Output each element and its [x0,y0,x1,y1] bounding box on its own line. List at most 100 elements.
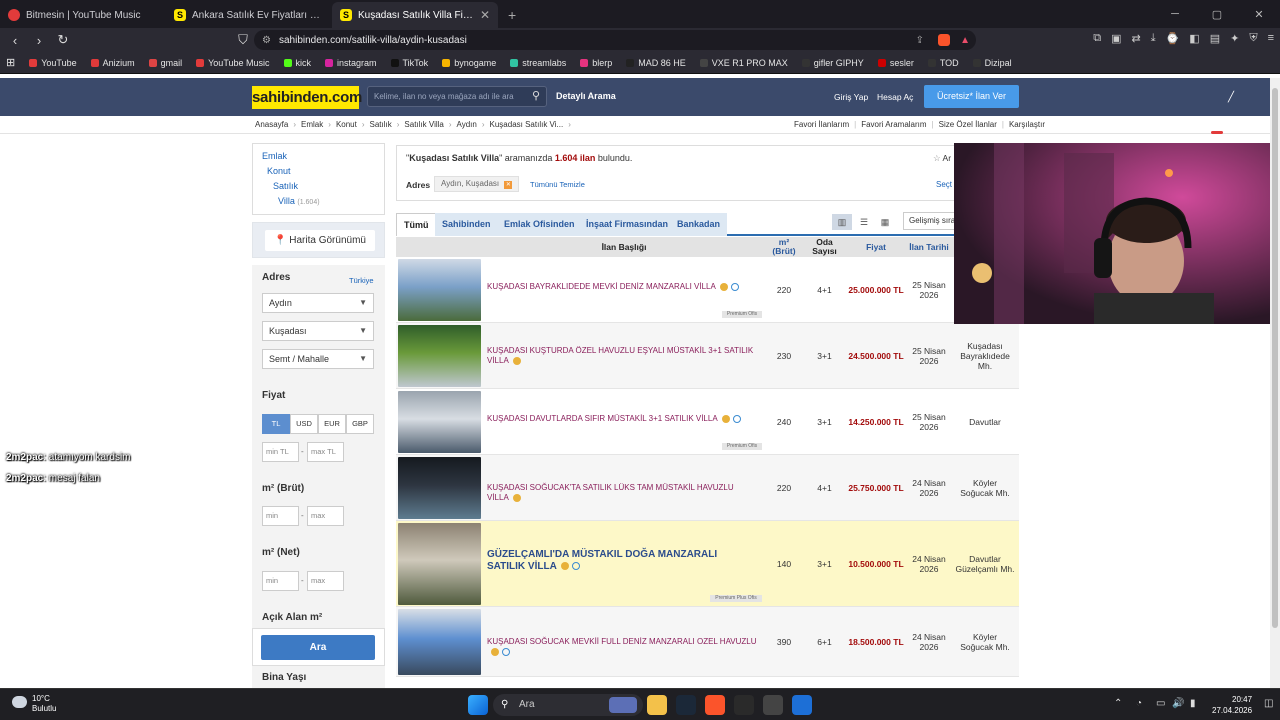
wallet-icon[interactable]: ▤ [1210,32,1220,45]
table-view-icon[interactable]: ▥ [832,214,852,230]
currency-usd[interactable]: USD [290,414,318,434]
site-logo[interactable]: sahibinden.com [252,86,362,109]
bookmark-page-icon[interactable]: ⛉ [232,29,254,51]
maximize-icon[interactable]: ▢ [1196,0,1238,28]
bookmark-item[interactable]: sesler [877,58,914,68]
brave-shield-icon[interactable] [938,34,950,46]
breadcrumb-item[interactable]: Konut [336,120,357,129]
volume-icon[interactable]: 🔊 [1172,698,1184,709]
user-link[interactable]: Favori İlanlarım [794,120,849,129]
header-m2[interactable]: m² (Brüt) [765,237,803,257]
bookmark-item[interactable]: gmail [148,58,182,68]
user-link[interactable]: Size Özel İlanlar [939,120,997,129]
extensions-icon[interactable]: ⧉ [1093,32,1101,45]
listing-title[interactable]: GÜZELÇAMLI'DA MÜSTAKIL DOĞA MANZARALI SA… [487,549,757,573]
currency-tl[interactable]: TL [262,414,290,434]
cat-konut[interactable]: Konut [267,166,291,176]
taskbar-search[interactable]: ⚲ Ara [493,694,643,716]
listing-thumbnail[interactable] [398,391,481,453]
listing-title[interactable]: KUŞADASI SOĞUCAK'TA SATILIK LÜKS TAM MÜS… [487,483,757,503]
bookmark-item[interactable]: TikTok [390,58,428,68]
post-ad-button[interactable]: Ücretsiz* İlan Ver [924,85,1019,108]
scrollbar-thumb[interactable] [1272,88,1278,628]
breadcrumb-item[interactable]: Satılık Villa [404,120,443,129]
remove-chip-icon[interactable]: ✕ [504,181,513,189]
minimize-icon[interactable]: ─ [1154,0,1196,28]
network-icon[interactable]: ▭ [1156,698,1165,709]
bookmark-item[interactable]: VXE R1 PRO MAX [699,58,788,68]
download-icon[interactable]: ⤓ [1151,32,1156,45]
tray-chevron-icon[interactable]: ⌃ [1114,698,1122,709]
tab-owner[interactable]: Sahibinden [435,213,498,236]
search-icon[interactable]: ⚲ [532,87,540,106]
breadcrumb-item[interactable]: Emlak [301,120,323,129]
listing-row[interactable]: KUŞADASI SOĞUCAK MEVKİİ FULL DENİZ MANZA… [396,607,1019,677]
brave-icon[interactable] [705,695,725,715]
start-icon[interactable] [468,695,488,715]
listing-title[interactable]: KUŞADASI DAVUTLARDA SIFIR MÜSTAKİL 3+1 S… [487,414,757,424]
bookmark-item[interactable]: TOD [927,58,959,68]
vpn-icon[interactable]: ⛨ [1249,32,1257,45]
listing-thumbnail[interactable] [398,259,481,321]
bookmark-item[interactable]: Anizium [90,58,135,68]
login-link[interactable]: Giriş Yap [834,92,868,102]
bookmark-item[interactable]: gifler GIPHY [801,58,864,68]
listing-thumbnail[interactable] [398,457,481,519]
tab-builder[interactable]: İnşaat Firmasından [579,213,676,236]
currency-eur[interactable]: EUR [318,414,346,434]
address-bar[interactable]: ⚙ sahibinden.com/satilik-villa/aydin-kus… [254,30,976,50]
share-icon[interactable]: ⇪ [916,35,924,46]
system-clock[interactable]: 20:47 27.04.2026 [1212,694,1252,716]
tab-all[interactable]: Tümü [396,213,437,236]
listing-row[interactable]: KUŞADASI BAYRAKLIDEDE MEVKİ DENİZ MANZAR… [396,257,1019,323]
header-price[interactable]: Fiyat [846,237,906,257]
user-link[interactable]: Karşılaştır [1009,120,1045,129]
m2-brut-max[interactable]: max [307,506,344,526]
bookmark-item[interactable]: Dizipal [972,58,1012,68]
page-scrollbar[interactable] [1270,78,1280,688]
bookmark-item[interactable]: instagram [325,58,377,68]
forward-icon[interactable]: › [28,29,50,51]
grid-view-icon[interactable]: ▦ [875,214,895,230]
bookmark-item[interactable]: YouTube Music [196,58,270,68]
close-tab-icon[interactable]: ✕ [480,8,490,22]
app-icon[interactable] [792,695,812,715]
currency-gbp[interactable]: GBP [346,414,374,434]
cat-satilik[interactable]: Satılık [273,181,298,191]
m2-brut-min[interactable]: min [262,506,299,526]
listing-thumbnail[interactable] [398,523,481,605]
file-explorer-icon[interactable] [647,695,667,715]
history-icon[interactable]: ⌚ [1166,32,1180,45]
bookmark-item[interactable]: MAD 86 HE [626,58,686,68]
brave-rewards-icon[interactable]: ▲ [960,35,970,46]
tab-youtube-music[interactable]: Bitmesin | YouTube Music [0,2,166,28]
save-search-link[interactable]: ☆ Ar [933,153,951,164]
m2-net-max[interactable]: max [307,571,344,591]
district-select[interactable]: Kuşadası ▼ [262,321,374,341]
new-tab-icon[interactable]: + [498,2,526,28]
advanced-search-link[interactable]: Detaylı Arama [556,91,616,101]
listing-thumbnail[interactable] [398,325,481,387]
signup-link[interactable]: Hesap Aç [877,92,913,102]
close-window-icon[interactable]: ✕ [1238,0,1280,28]
bookmark-item[interactable]: YouTube [29,58,77,68]
user-link[interactable]: Favori Aramalarım [861,120,926,129]
sidebar-icon[interactable]: ◧ [1189,32,1199,45]
store-icon[interactable] [763,695,783,715]
bookmark-item[interactable]: blerp [580,58,612,68]
listing-title[interactable]: KUŞADASI SOĞUCAK MEVKİİ FULL DENİZ MANZA… [487,637,757,657]
neighborhood-select[interactable]: Semt / Mahalle ▼ [262,349,374,369]
country-link[interactable]: Türkiye [349,276,374,285]
cat-villa[interactable]: Villa (1.604) [278,196,320,206]
breadcrumb-item[interactable]: Satılık [370,120,392,129]
menu-icon[interactable]: ≡ [1268,32,1274,45]
breadcrumb-item[interactable]: Aydın [457,120,477,129]
listing-row[interactable]: KUŞADASI SOĞUCAK'TA SATILIK LÜKS TAM MÜS… [396,455,1019,521]
listing-title[interactable]: KUŞADASI BAYRAKLIDEDE MEVKİ DENİZ MANZAR… [487,282,757,292]
notification-icon[interactable]: ◫ [1264,698,1273,709]
search-button[interactable]: Ara [261,635,375,660]
map-view-button[interactable]: 📍 Harita Görünümü [265,230,375,251]
weather-widget[interactable]: 10°C Bulutlu [12,694,56,714]
clear-all-link[interactable]: Tümünü Temizle [530,180,585,189]
reload-icon[interactable]: ↻ [52,29,74,51]
